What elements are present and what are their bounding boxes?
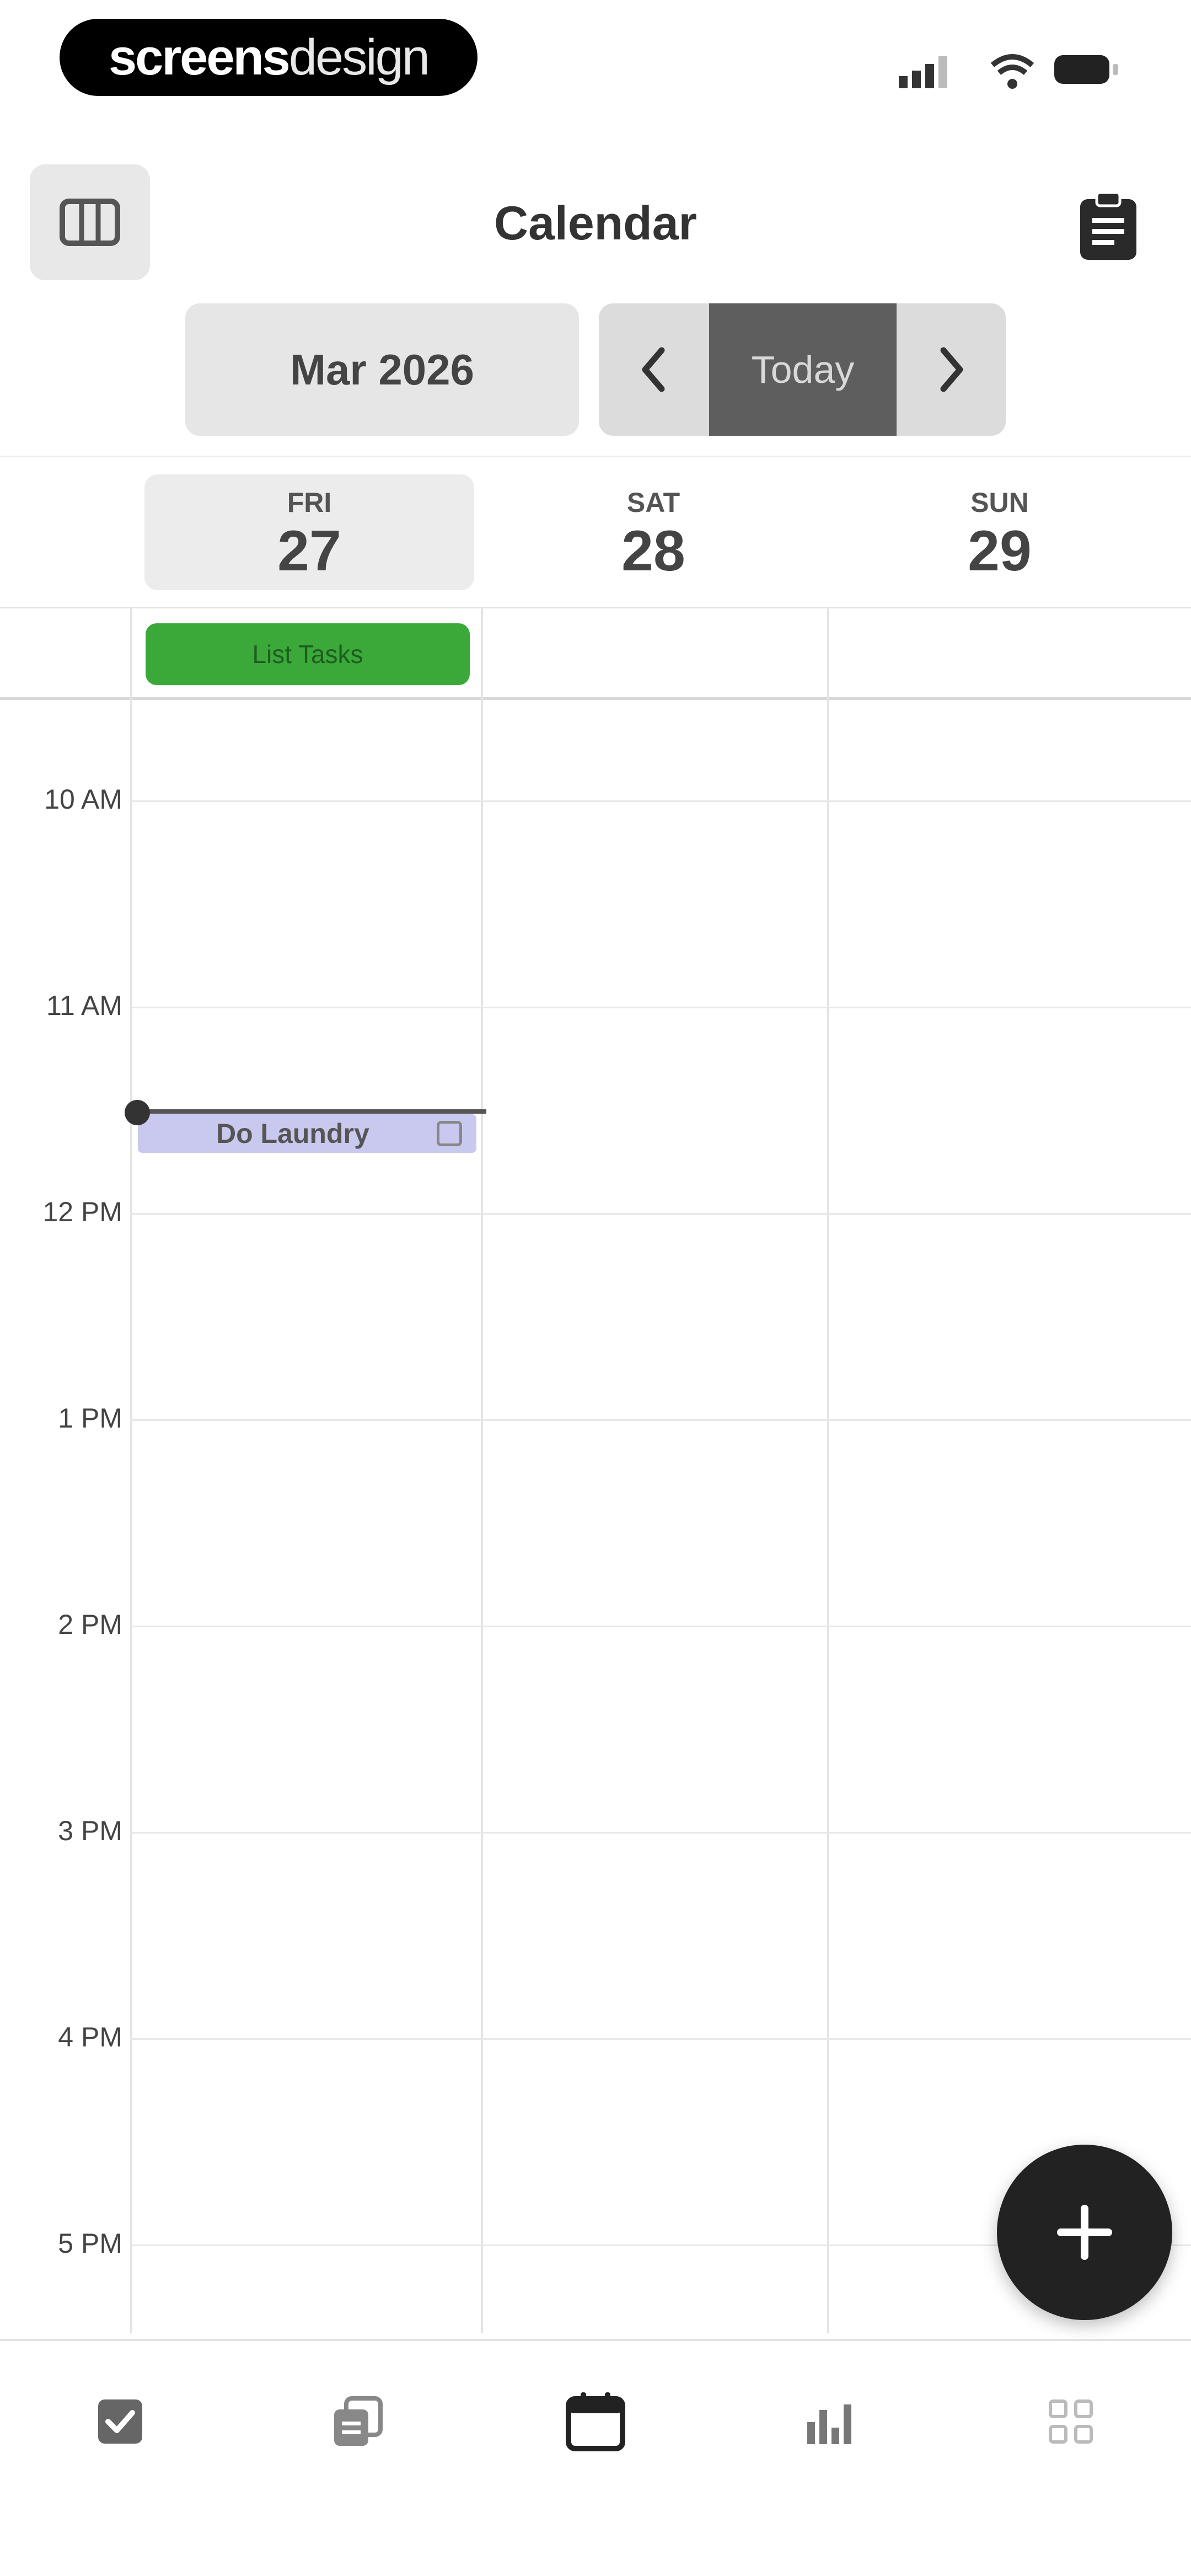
tab-notes[interactable] (308, 2383, 407, 2460)
tab-tasks[interactable] (71, 2383, 170, 2460)
sidebar-toggle-button[interactable] (30, 164, 150, 280)
wifi-icon (990, 54, 1034, 89)
add-event-button[interactable] (997, 2145, 1172, 2320)
hour-label: 4 PM (58, 2022, 122, 2053)
hour-line (130, 1419, 1191, 1421)
timed-event[interactable]: Do Laundry (138, 1114, 476, 1153)
tab-more[interactable] (1021, 2383, 1120, 2460)
chevron-left-icon (642, 347, 665, 392)
clipboard-icon (1080, 191, 1136, 260)
brand-logo: screens design (60, 19, 478, 96)
hour-label: 2 PM (58, 1609, 122, 1640)
hour-label: 10 AM (44, 784, 122, 815)
clipboard-button[interactable] (1070, 188, 1147, 265)
current-time-line (136, 1109, 486, 1114)
hour-line (130, 1213, 1191, 1215)
day-header-fri[interactable]: FRI 27 (144, 474, 474, 590)
prev-button[interactable] (599, 303, 709, 436)
tab-stats[interactable] (783, 2383, 882, 2460)
hour-label: 5 PM (58, 2228, 122, 2259)
hour-line (130, 800, 1191, 802)
next-button[interactable] (897, 303, 1006, 436)
divider (0, 697, 1191, 700)
grid-column-line (481, 607, 483, 2333)
grid-column-line (130, 607, 132, 2333)
stats-icon (807, 2404, 851, 2444)
hour-label: 1 PM (58, 1403, 122, 1434)
tab-calendar[interactable] (546, 2383, 645, 2460)
hour-label: 11 AM (46, 990, 122, 1021)
page-title: Calendar (493, 197, 698, 250)
divider (0, 456, 1191, 457)
calendar-icon (566, 2392, 625, 2451)
status-bar-icons (893, 47, 1125, 92)
all-day-event[interactable]: List Tasks (146, 623, 470, 685)
day-header-sun[interactable]: SUN 29 (835, 474, 1165, 590)
today-button[interactable]: Today (709, 303, 897, 436)
event-title: Do Laundry (216, 1118, 369, 1149)
plus-icon (1057, 2205, 1112, 2260)
current-time-dot (125, 1100, 150, 1125)
grid-icon (1049, 2399, 1093, 2444)
hour-line (130, 2038, 1191, 2040)
hour-line (130, 1626, 1191, 1627)
hour-line (130, 1007, 1191, 1008)
battery-icon (1054, 55, 1118, 84)
chevron-right-icon (940, 347, 963, 392)
grid-column-line (827, 607, 829, 2333)
event-checkbox[interactable] (437, 1121, 462, 1146)
hour-label: 3 PM (58, 1815, 122, 1846)
date-navigation: Today (599, 303, 1006, 436)
checkbox-icon (98, 2399, 142, 2444)
divider (0, 607, 1191, 608)
hour-line (130, 1832, 1191, 1834)
hour-label: 12 PM (42, 1196, 122, 1227)
columns-icon (60, 199, 120, 246)
day-header-sat[interactable]: SAT 28 (489, 474, 818, 590)
month-picker-button[interactable]: Mar 2026 (185, 303, 579, 436)
notes-icon (334, 2396, 383, 2446)
divider (0, 2339, 1191, 2341)
signal-icon (899, 56, 947, 88)
